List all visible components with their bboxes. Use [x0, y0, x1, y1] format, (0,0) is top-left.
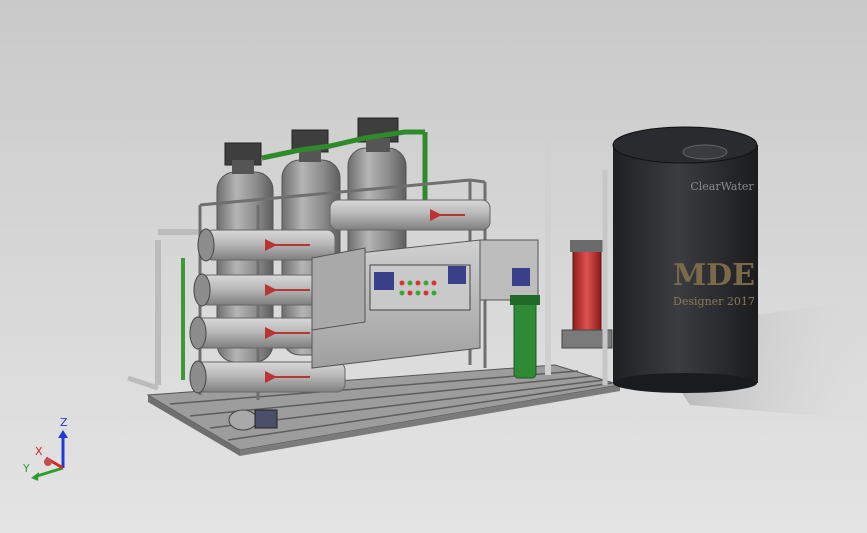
z-axis-label: Z	[60, 416, 68, 429]
feed-pump[interactable]	[228, 409, 278, 431]
y-axis-label: Y	[22, 462, 30, 475]
z-axis-arrow	[58, 430, 68, 438]
y-axis-line	[36, 466, 64, 478]
tank-logo-text: MDE	[673, 258, 755, 293]
cartridge-filter[interactable]	[510, 295, 540, 379]
storage-tank[interactable]: ClearWater MDE Designer 2017	[612, 126, 758, 393]
control-cabinet[interactable]	[311, 239, 539, 369]
x-axis-label: X	[35, 445, 43, 458]
cad-viewport[interactable]: ClearWater MDE Designer 2017 Z X Y	[0, 0, 867, 533]
left-inlet-pipes	[155, 229, 198, 385]
tank-caption-text: Designer 2017	[673, 295, 755, 308]
axis-triad: Z X Y	[22, 416, 68, 481]
tank-brand-text: ClearWater	[690, 180, 754, 193]
tank-lid	[682, 144, 728, 160]
y-axis-arrow	[31, 472, 39, 481]
triad-origin	[44, 458, 52, 466]
drain-pipe	[127, 375, 159, 391]
